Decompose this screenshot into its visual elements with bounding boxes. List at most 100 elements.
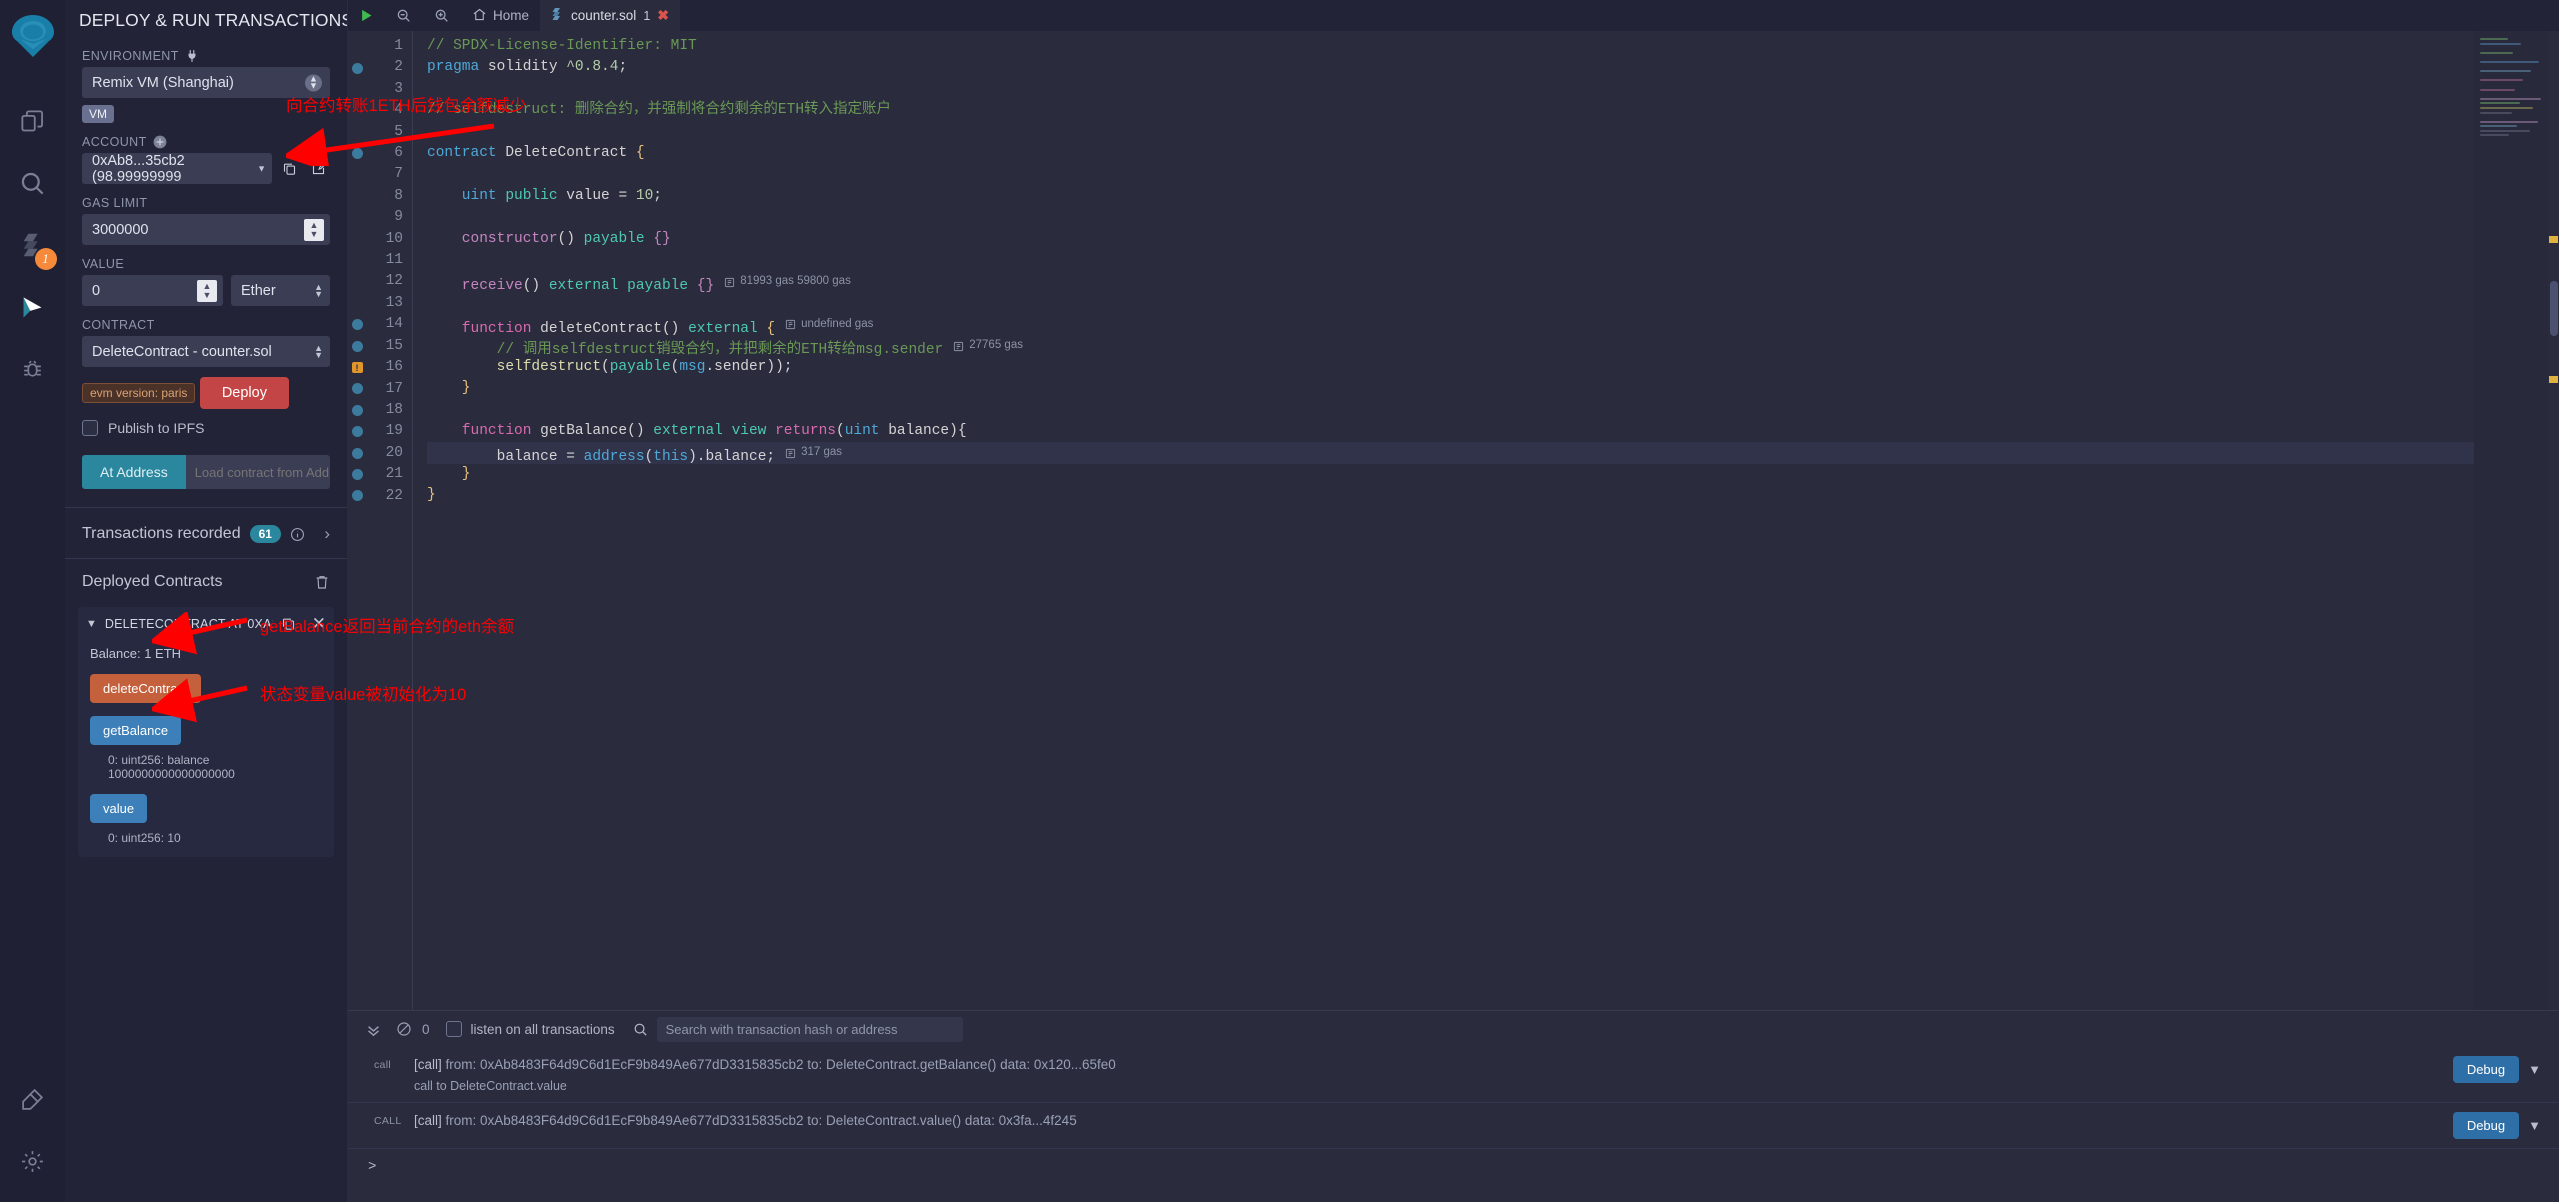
chevron-down-icon[interactable]: ▼ <box>2528 1062 2541 1077</box>
scroll-marker <box>2549 376 2558 383</box>
breakpoint-marker[interactable] <box>352 490 363 501</box>
deploy-button[interactable]: Deploy <box>200 377 289 409</box>
breakpoint-marker[interactable] <box>352 148 363 159</box>
plus-circle-icon[interactable] <box>153 135 167 149</box>
code-line[interactable]: // SPDX-License-Identifier: MIT <box>427 36 2559 57</box>
clear-console-icon[interactable] <box>389 1021 419 1037</box>
code-line[interactable]: } <box>427 464 2559 485</box>
breakpoint-marker[interactable] <box>352 405 363 416</box>
search-icon[interactable] <box>7 152 59 214</box>
code-line[interactable] <box>427 293 2559 314</box>
breakpoint-marker[interactable] <box>352 448 363 459</box>
deploy-run-icon[interactable] <box>7 276 59 338</box>
close-tab-icon[interactable]: ✖ <box>657 7 669 24</box>
code-line[interactable]: constructor() payable {} <box>427 229 2559 250</box>
function-button-getBalance[interactable]: getBalance <box>90 716 181 745</box>
copy-address-icon[interactable] <box>281 616 296 631</box>
at-address-input[interactable] <box>186 455 330 489</box>
breakpoint-marker[interactable] <box>352 341 363 352</box>
run-script-icon[interactable] <box>348 0 385 31</box>
code-line[interactable] <box>427 164 2559 185</box>
solidity-file-icon <box>551 7 564 25</box>
editor-scrollbar[interactable] <box>2548 31 2559 1010</box>
editor-tab-bar: Home counter.sol 1 ✖ <box>348 0 2559 31</box>
info-icon[interactable] <box>290 527 305 542</box>
code-line[interactable]: balance = address(this).balance;317 gas <box>427 442 2559 463</box>
instance-header[interactable]: ▼ DELETECONTRACT AT 0XA13...EA0 ✕ <box>86 615 326 632</box>
tab-home[interactable]: Home <box>461 0 540 31</box>
line-number: 15 <box>366 336 403 357</box>
plugin-manager-icon[interactable] <box>7 1068 59 1130</box>
value-stepper[interactable]: ▲▼ <box>197 280 217 302</box>
contract-select[interactable]: DeleteContract - counter.sol <box>82 336 330 367</box>
warning-marker-icon[interactable]: ! <box>352 362 363 373</box>
zoom-in-icon[interactable] <box>423 0 461 31</box>
file-explorer-icon[interactable] <box>7 90 59 152</box>
gas-limit-input[interactable]: 3000000 <box>82 214 330 245</box>
debugger-icon[interactable] <box>7 338 59 400</box>
tab-counter-sol[interactable]: counter.sol 1 ✖ <box>540 0 680 31</box>
editor-minimap[interactable] <box>2474 31 2548 1010</box>
search-icon[interactable] <box>633 1022 648 1037</box>
settings-gear-icon[interactable] <box>7 1130 59 1192</box>
gas-limit-stepper[interactable]: ▲▼ <box>304 219 324 241</box>
code-editor[interactable]: ! 12345678910111213141516171819202122 //… <box>348 31 2559 1010</box>
chevron-down-icon[interactable]: ▼ <box>86 618 97 630</box>
code-line[interactable]: contract DeleteContract { <box>427 143 2559 164</box>
at-address-button[interactable]: At Address <box>82 455 186 489</box>
code-line[interactable]: function deleteContract() external {unde… <box>427 314 2559 335</box>
code-line[interactable] <box>427 79 2559 100</box>
code-line[interactable] <box>427 250 2559 271</box>
breakpoint-marker[interactable] <box>352 426 363 437</box>
code-line[interactable]: function getBalance() external view retu… <box>427 421 2559 442</box>
breakpoint-marker[interactable] <box>352 63 363 74</box>
trash-icon[interactable] <box>314 574 330 590</box>
copy-account-icon[interactable] <box>278 161 301 176</box>
minimap-scroll-thumb[interactable] <box>2550 281 2558 336</box>
terminal-log-list[interactable]: call [call] from: 0xAb8483F64d9C6d1EcF9b… <box>348 1047 2559 1202</box>
account-select[interactable]: 0xAb8...35cb2 (98.99999999 <box>82 153 272 184</box>
log-row[interactable]: CALL [call] from: 0xAb8483F64d9C6d1EcF9b… <box>348 1103 2559 1149</box>
breakpoint-marker[interactable] <box>352 383 363 394</box>
code-line[interactable] <box>427 122 2559 143</box>
breakpoint-marker[interactable] <box>352 319 363 330</box>
edit-account-icon[interactable] <box>307 161 330 176</box>
collapse-terminal-icon[interactable] <box>358 1021 389 1038</box>
code-line[interactable]: // 调用selfdestruct销毁合约，并把剩余的ETH转给msg.send… <box>427 335 2559 356</box>
editor-code-content[interactable]: // SPDX-License-Identifier: MITpragma so… <box>412 31 2559 1010</box>
transactions-recorded-row[interactable]: Transactions recorded 61 › <box>65 508 347 558</box>
code-line[interactable]: uint public value = 10; <box>427 186 2559 207</box>
minimap-line <box>2480 79 2523 81</box>
function-button-deleteContract[interactable]: deleteContract <box>90 674 201 703</box>
code-line[interactable]: // selfdestruct: 删除合约，并强制将合约剩余的ETH转入指定账户 <box>427 100 2559 121</box>
terminal-prompt[interactable]: > <box>348 1149 2559 1185</box>
log-kind: CALL <box>374 1112 414 1127</box>
log-row[interactable]: call [call] from: 0xAb8483F64d9C6d1EcF9b… <box>348 1047 2559 1103</box>
remix-logo[interactable] <box>5 8 61 64</box>
panel-title: DEPLOY & RUN TRANSACTIONS <box>79 10 348 31</box>
environment-select[interactable]: Remix VM (Shanghai) <box>82 67 330 98</box>
code-line[interactable]: } <box>427 485 2559 506</box>
debug-button[interactable]: Debug <box>2453 1056 2519 1083</box>
function-button-value[interactable]: value <box>90 794 147 823</box>
close-instance-icon[interactable]: ✕ <box>312 615 326 632</box>
code-line[interactable] <box>427 400 2559 421</box>
listen-all-transactions-checkbox[interactable] <box>446 1021 462 1037</box>
transactions-expand-chevron-icon[interactable]: › <box>324 524 330 544</box>
code-line[interactable]: } <box>427 378 2559 399</box>
code-line[interactable]: receive() external payable {}81993 gas 5… <box>427 271 2559 292</box>
chevron-down-icon[interactable]: ▼ <box>2528 1118 2541 1133</box>
plug-icon[interactable] <box>185 49 199 63</box>
breakpoint-marker[interactable] <box>352 469 363 480</box>
code-line[interactable]: selfdestruct(payable(msg.sender)); <box>427 357 2559 378</box>
contract-label: CONTRACT <box>82 318 330 332</box>
code-line[interactable] <box>427 207 2559 228</box>
gas-icon <box>785 448 796 459</box>
publish-ipfs-checkbox[interactable] <box>82 420 98 436</box>
zoom-out-icon[interactable] <box>385 0 423 31</box>
terminal-search-input[interactable] <box>657 1017 963 1042</box>
solidity-compiler-icon[interactable]: 1 <box>7 214 59 276</box>
code-line[interactable]: pragma solidity ^0.8.4; <box>427 57 2559 78</box>
editor-breakpoint-gutter[interactable]: ! <box>348 31 366 1010</box>
debug-button[interactable]: Debug <box>2453 1112 2519 1139</box>
